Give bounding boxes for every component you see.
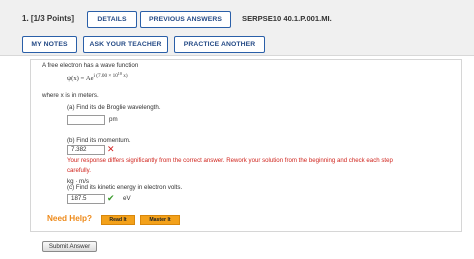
part-b-feedback-continued: carefully. — [67, 167, 91, 174]
master-it-button[interactable]: Master It — [140, 215, 180, 225]
read-it-button[interactable]: Read It — [101, 215, 135, 225]
correct-check-icon: ✔ — [107, 193, 115, 203]
need-help-label: Need Help? — [47, 214, 93, 223]
part-a-answer-input[interactable] — [67, 115, 105, 125]
my-notes-button[interactable]: MY NOTES — [22, 36, 77, 53]
part-c-prompt: (c) Find its kinetic energy in electron … — [67, 184, 183, 191]
part-b-feedback: Your response differs significantly from… — [67, 157, 393, 164]
previous-answers-button[interactable]: PREVIOUS ANSWERS — [140, 11, 231, 28]
question-id: SERPSE10 40.1.P.001.MI. — [242, 14, 332, 23]
question-number: 1. [1/3 Points] — [22, 14, 75, 23]
practice-another-button[interactable]: PRACTICE ANOTHER — [174, 36, 265, 53]
problem-intro: A free electron has a wave function — [42, 62, 139, 69]
part-a-unit: pm — [109, 116, 118, 123]
submit-answer-button[interactable]: Submit Answer — [42, 241, 97, 252]
part-c-unit: eV — [123, 195, 131, 202]
part-c-answer-input[interactable]: 187.5 — [67, 194, 105, 204]
part-a-prompt: (a) Find its de Broglie wavelength. — [67, 104, 161, 111]
ask-teacher-button[interactable]: ASK YOUR TEACHER — [83, 36, 168, 53]
details-button[interactable]: DETAILS — [87, 11, 137, 28]
problem-where: where x is in meters. — [42, 92, 99, 99]
part-b-prompt: (b) Find its momentum. — [67, 137, 131, 144]
question-header: 1. [1/3 Points] DETAILS PREVIOUS ANSWERS… — [0, 0, 474, 56]
incorrect-x-icon: ✕ — [107, 144, 115, 154]
part-b-answer-input[interactable]: 7.382 — [67, 145, 105, 155]
wave-function-formula: ψ(x) = Aei (7.00 × 1010 x) — [67, 71, 128, 82]
